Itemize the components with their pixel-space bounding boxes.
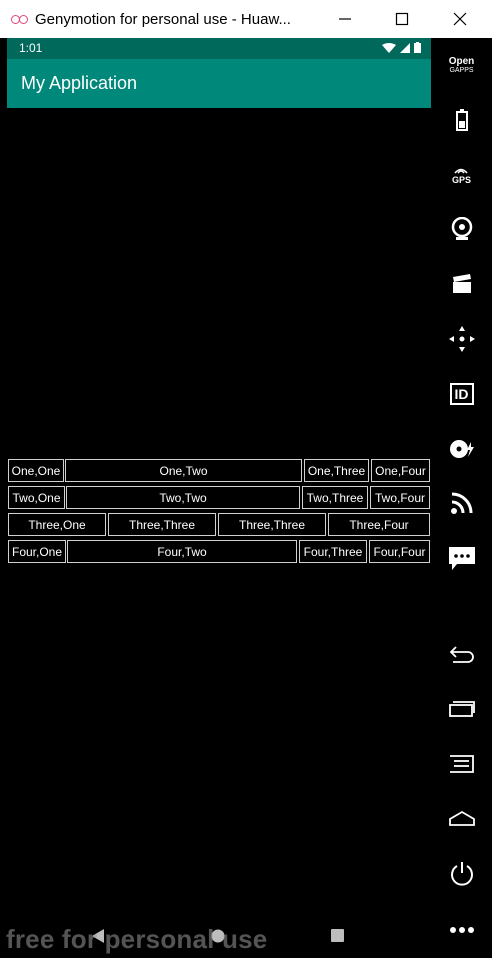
table-cell: Four,Two	[67, 540, 297, 563]
table-cell: Three,Four	[328, 513, 430, 536]
table-cell: Two,Three	[302, 486, 368, 509]
recents-icon[interactable]	[331, 929, 344, 942]
recent-apps-icon	[448, 701, 475, 717]
table-cell: One,One	[8, 459, 64, 482]
more-dots-icon	[449, 927, 474, 933]
signal-icon	[400, 42, 410, 53]
status-time: 1:01	[19, 41, 43, 55]
table-cell: One,Two	[65, 459, 302, 482]
move-arrows-icon	[448, 326, 475, 352]
home-button[interactable]	[431, 799, 492, 839]
disk-io-icon	[449, 440, 474, 458]
webcam-button[interactable]	[431, 209, 492, 249]
clapperboard-icon	[452, 274, 471, 293]
more-options-button[interactable]	[431, 910, 492, 950]
app-bar: My Application	[7, 59, 431, 108]
battery-icon	[414, 42, 421, 53]
opengapps-icon: Open GAPPS	[448, 56, 475, 75]
maximize-button[interactable]	[374, 0, 430, 38]
table-cell: Two,Two	[66, 486, 300, 509]
webcam-icon	[451, 217, 472, 240]
table-cell: Three,Three	[218, 513, 326, 536]
table-cell: One,Three	[304, 459, 369, 482]
power-button[interactable]	[431, 854, 492, 894]
table-cell: Three,Three	[108, 513, 216, 536]
table-cell: Three,One	[8, 513, 106, 536]
power-icon	[450, 862, 473, 886]
battery-button[interactable]	[431, 100, 492, 140]
table-cell: Four,Three	[299, 540, 367, 563]
rss-icon	[450, 492, 472, 514]
home-house-icon	[448, 810, 475, 826]
table-cell: Four,One	[8, 540, 66, 563]
recent-apps-button[interactable]	[431, 689, 492, 729]
window-title: Genymotion for personal use - Huaw...	[35, 10, 291, 28]
navigation-dpad-button[interactable]	[431, 319, 492, 359]
message-icon	[448, 547, 475, 570]
app-title: My Application	[21, 73, 138, 93]
sms-button[interactable]	[431, 539, 492, 579]
disk-io-button[interactable]	[431, 429, 492, 469]
gps-icon: GPS	[452, 166, 471, 185]
table-cell: Two,One	[8, 486, 65, 509]
minimize-icon	[339, 18, 351, 20]
genymotion-toolbar: Open GAPPS GPS ID	[431, 38, 492, 958]
device-screen: 1:01 My Application One,One One,Two One,…	[7, 38, 431, 958]
genymotion-logo-icon	[11, 14, 29, 24]
back-arrow-icon	[449, 646, 474, 663]
device-id-button[interactable]: ID	[431, 374, 492, 414]
opengapps-button[interactable]: Open GAPPS	[431, 46, 492, 86]
close-button[interactable]	[432, 0, 488, 38]
screencast-button[interactable]	[431, 264, 492, 304]
table-cell: One,Four	[371, 459, 430, 482]
battery-icon	[455, 109, 468, 131]
watermark: free for personal use	[6, 924, 268, 954]
window-titlebar: Genymotion for personal use - Huaw...	[0, 0, 492, 38]
minimize-button[interactable]	[317, 0, 373, 38]
cast-button[interactable]	[431, 483, 492, 523]
close-icon	[453, 12, 467, 26]
status-bar: 1:01	[7, 38, 431, 59]
wifi-icon	[382, 42, 396, 53]
table-cell: Two,Four	[370, 486, 430, 509]
gps-button[interactable]: GPS	[431, 155, 492, 195]
table-cell: Four,Four	[369, 540, 430, 563]
menu-icon	[449, 755, 474, 773]
id-icon: ID	[449, 383, 474, 405]
menu-button[interactable]	[431, 744, 492, 784]
back-button[interactable]	[431, 634, 492, 674]
maximize-icon	[395, 12, 409, 26]
